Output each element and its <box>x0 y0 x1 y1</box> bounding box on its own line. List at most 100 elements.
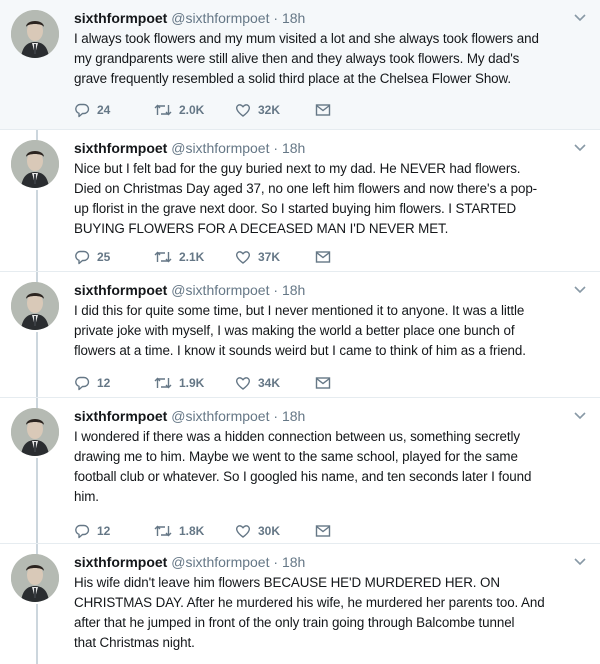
tweet-text: I wondered if there was a hidden connect… <box>74 427 570 507</box>
reply-icon <box>75 103 90 118</box>
tweet-text-line: football club or whatever. So I googled … <box>74 469 532 484</box>
user-handle[interactable]: @sixthformpoet <box>171 282 269 298</box>
retweet-icon <box>154 104 172 116</box>
retweet-button[interactable]: 1.9K <box>154 375 235 391</box>
like-count: 34K <box>258 376 281 390</box>
chevron-down-icon[interactable] <box>574 558 586 566</box>
direct-message-icon <box>315 525 331 537</box>
timestamp[interactable]: 18h <box>282 140 305 156</box>
avatar[interactable] <box>11 408 59 456</box>
tweet-text-line: grave frequently resembled a solid third… <box>74 71 511 86</box>
reply-button[interactable]: 12 <box>74 523 154 539</box>
retweet-count: 1.9K <box>179 376 205 390</box>
retweet-button[interactable]: 2.1K <box>154 249 235 265</box>
chevron-down-icon[interactable] <box>574 144 586 152</box>
tweet-text: Nice but I felt bad for the guy buried n… <box>74 159 570 239</box>
tweet-text-line: I did this for quite some time, but I ne… <box>74 303 525 318</box>
direct-message-icon <box>315 251 331 263</box>
timestamp[interactable]: 18h <box>282 408 305 424</box>
tweet-text-line: Died on Christmas Day aged 37, no one le… <box>74 181 538 196</box>
avatar-portrait-icon <box>11 140 59 188</box>
separator-dot: · <box>273 408 279 424</box>
reply-count: 12 <box>97 376 111 390</box>
display-name[interactable]: sixthformpoet <box>74 140 167 156</box>
tweet-text-line: I always took flowers and my mum visited… <box>74 31 539 46</box>
avatar-portrait-icon <box>11 10 59 58</box>
timestamp[interactable]: 18h <box>282 10 305 26</box>
separator-dot: · <box>273 140 279 156</box>
like-button[interactable]: 34K <box>235 375 315 391</box>
user-handle[interactable]: @sixthformpoet <box>171 140 269 156</box>
avatar[interactable] <box>11 554 59 602</box>
like-icon <box>236 377 250 390</box>
tweet-text: I did this for quite some time, but I ne… <box>74 301 570 361</box>
retweet-count: 1.8K <box>179 524 205 538</box>
tweet[interactable]: sixthformpoet @sixthformpoet · 18h His w… <box>0 544 600 664</box>
tweet-thread: sixthformpoet @sixthformpoet · 18h I alw… <box>0 0 600 664</box>
reply-button[interactable]: 25 <box>74 249 154 265</box>
display-name[interactable]: sixthformpoet <box>74 554 167 570</box>
avatar[interactable] <box>11 140 59 188</box>
chevron-down-icon[interactable] <box>574 286 586 294</box>
chevron-down-icon[interactable] <box>574 14 586 22</box>
display-name[interactable]: sixthformpoet <box>74 10 167 26</box>
tweet-text-line: him. <box>74 489 99 504</box>
avatar[interactable] <box>11 10 59 58</box>
user-handle[interactable]: @sixthformpoet <box>171 10 269 26</box>
tweet-text-line: flowers at a time. I know it sounds weir… <box>74 343 526 358</box>
direct-message-button[interactable] <box>315 249 331 265</box>
direct-message-button[interactable] <box>315 375 331 391</box>
reply-count: 24 <box>97 103 111 117</box>
tweet-text-line: drawing me to him. Maybe we went to the … <box>74 449 518 464</box>
retweet-icon <box>154 525 172 537</box>
avatar-portrait-icon <box>11 554 59 602</box>
retweet-button[interactable]: 1.8K <box>154 523 235 539</box>
tweet-text-line: private joke with myself, I was making t… <box>74 323 515 338</box>
tweet-text-line: Nice but I felt bad for the guy buried n… <box>74 161 521 176</box>
retweet-count: 2.0K <box>179 103 205 117</box>
tweet[interactable]: sixthformpoet @sixthformpoet · 18h I won… <box>0 398 600 544</box>
tweet-text-line: His wife didn't leave him flowers BECAUS… <box>74 575 500 590</box>
direct-message-button[interactable] <box>315 523 331 539</box>
display-name[interactable]: sixthformpoet <box>74 408 167 424</box>
separator-dot: · <box>273 554 279 570</box>
separator-dot: · <box>273 282 279 298</box>
tweet-text: His wife didn't leave him flowers BECAUS… <box>74 573 570 653</box>
tweet[interactable]: sixthformpoet @sixthformpoet · 18h I did… <box>0 272 600 398</box>
separator-dot: · <box>273 10 279 26</box>
direct-message-icon <box>315 104 331 116</box>
avatar[interactable] <box>11 282 59 330</box>
like-count: 30K <box>258 524 281 538</box>
tweet-text: I always took flowers and my mum visited… <box>74 29 570 89</box>
tweet[interactable]: sixthformpoet @sixthformpoet · 18h I alw… <box>0 0 600 130</box>
reply-count: 12 <box>97 524 111 538</box>
tweet-text-line: after that he jumped in front of the onl… <box>74 615 515 630</box>
like-button[interactable]: 30K <box>235 523 315 539</box>
reply-button[interactable]: 12 <box>74 375 154 391</box>
retweet-button[interactable]: 2.0K <box>154 102 235 118</box>
retweet-count: 2.1K <box>179 250 205 264</box>
tweet-text-line: my grandparents were still alive then an… <box>74 51 520 66</box>
like-count: 37K <box>258 250 281 264</box>
reply-icon <box>75 524 90 539</box>
like-button[interactable]: 32K <box>235 102 315 118</box>
direct-message-button[interactable] <box>315 102 331 118</box>
like-icon <box>236 525 250 538</box>
reply-icon <box>75 376 90 391</box>
user-handle[interactable]: @sixthformpoet <box>171 554 269 570</box>
chevron-down-icon[interactable] <box>574 412 586 420</box>
timestamp[interactable]: 18h <box>282 554 305 570</box>
retweet-icon <box>154 377 172 389</box>
avatar-portrait-icon <box>11 282 59 330</box>
reply-button[interactable]: 24 <box>74 102 154 118</box>
tweet[interactable]: sixthformpoet @sixthformpoet · 18h Nice … <box>0 130 600 272</box>
tweet-text-line: up florist in the grave next door. So I … <box>74 201 517 216</box>
timestamp[interactable]: 18h <box>282 282 305 298</box>
user-handle[interactable]: @sixthformpoet <box>171 408 269 424</box>
tweet-text-line: that Christmas night. <box>74 635 195 650</box>
display-name[interactable]: sixthformpoet <box>74 282 167 298</box>
tweet-text-line: BUYING FLOWERS FOR A DECEASED MAN I'D NE… <box>74 221 449 236</box>
like-button[interactable]: 37K <box>235 249 315 265</box>
reply-icon <box>75 250 90 265</box>
like-icon <box>236 104 250 117</box>
